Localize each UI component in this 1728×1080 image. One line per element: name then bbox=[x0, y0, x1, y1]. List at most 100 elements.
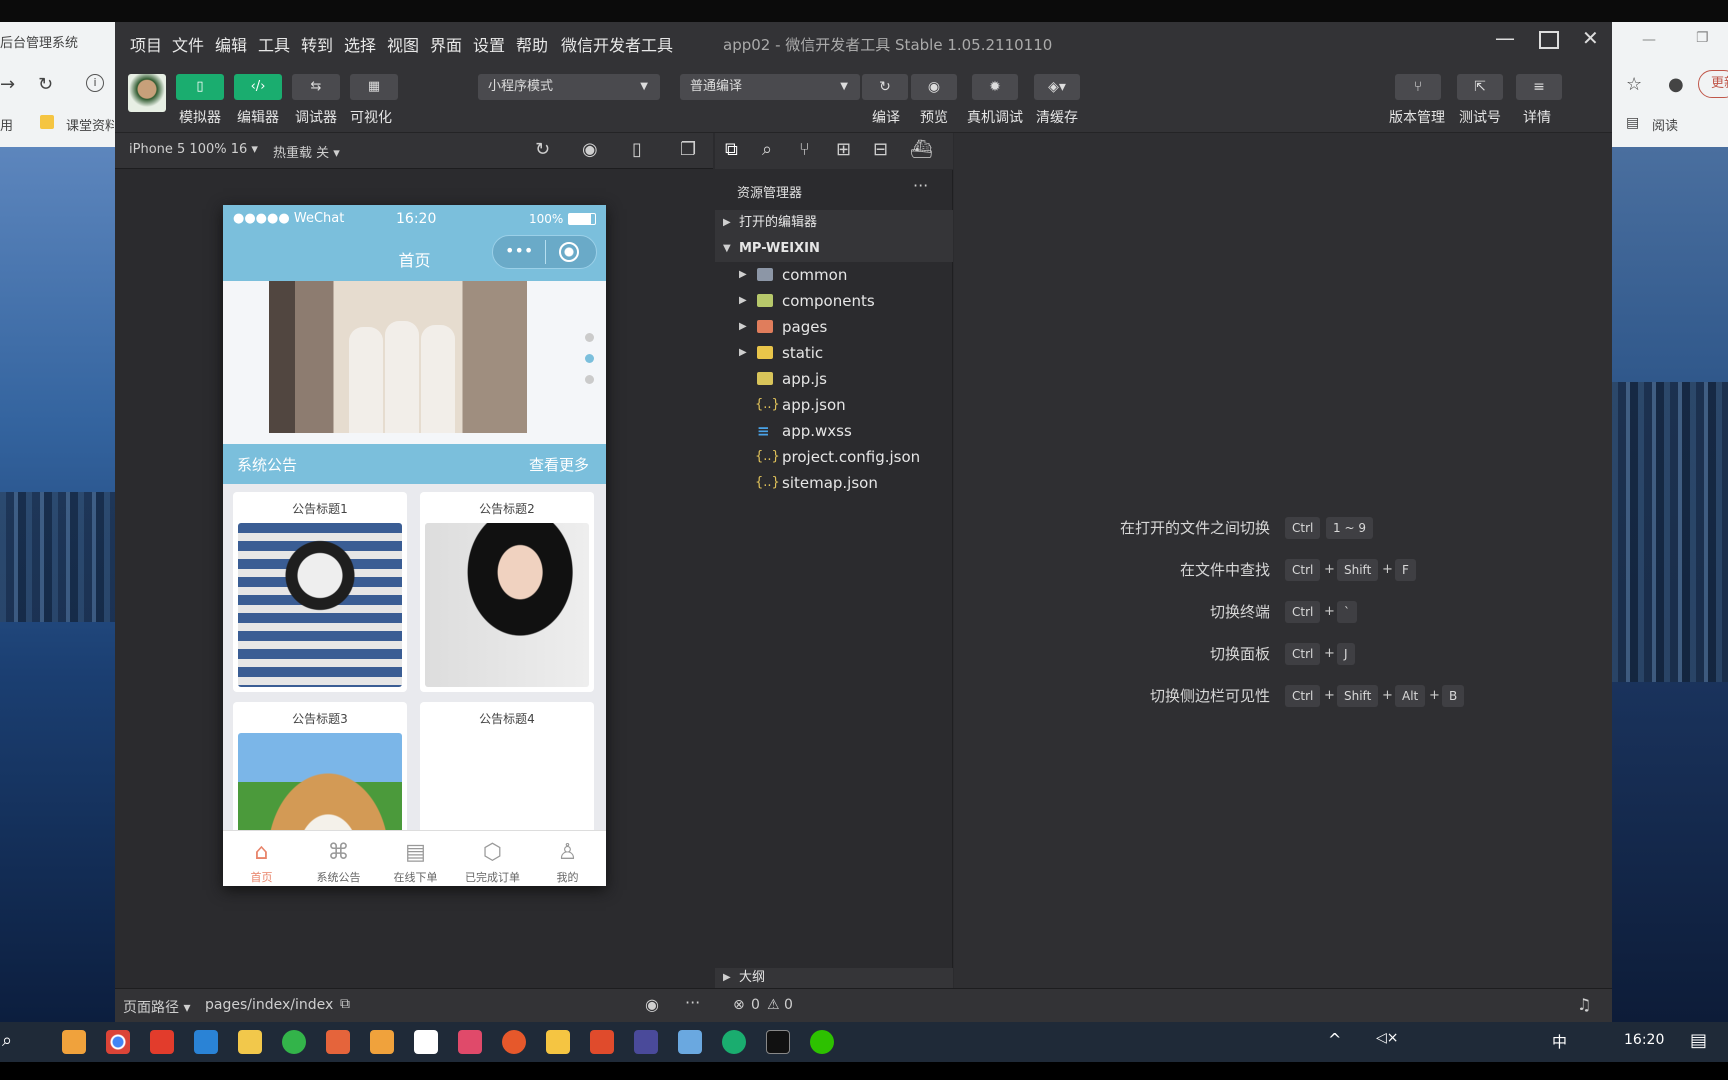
warning-icon[interactable]: ⚠ bbox=[767, 997, 780, 1013]
notice-more-link[interactable]: 查看更多 bbox=[529, 454, 589, 475]
menu-item[interactable]: 帮助 bbox=[516, 32, 548, 56]
open-editors-section[interactable]: ▶ 打开的编辑器 bbox=[715, 210, 953, 236]
simulator-toggle-label[interactable]: 模拟器 bbox=[179, 107, 221, 127]
layers-icon[interactable]: ◈▾ bbox=[1034, 74, 1080, 100]
refresh-icon[interactable]: ↻ bbox=[862, 74, 908, 100]
tree-file[interactable]: {..} sitemap.json bbox=[715, 470, 953, 496]
clear-cache-label[interactable]: 清缓存 bbox=[1036, 107, 1078, 127]
detach-icon[interactable]: ❐ bbox=[680, 139, 696, 160]
copy-icon[interactable]: ⧉ bbox=[340, 996, 350, 1012]
app-icon[interactable] bbox=[678, 1030, 702, 1054]
menu-item[interactable]: 转到 bbox=[301, 32, 333, 56]
folder-icon[interactable] bbox=[546, 1030, 570, 1054]
maximize-icon[interactable] bbox=[1539, 31, 1559, 49]
version-control-label[interactable]: 版本管理 bbox=[1389, 107, 1445, 127]
close-mini-program-icon[interactable] bbox=[559, 242, 579, 262]
profile-icon[interactable]: ● bbox=[1668, 74, 1684, 95]
speaker-icon[interactable]: ◁× bbox=[1376, 1030, 1399, 1046]
maximize-icon[interactable]: ❐ bbox=[1696, 30, 1709, 46]
tab-notices[interactable]: ⌘ 系统公告 bbox=[300, 831, 377, 886]
code-icon[interactable]: ‹/› bbox=[234, 74, 282, 100]
app-icon[interactable] bbox=[502, 1030, 526, 1054]
editor-toggle-label[interactable]: 编辑器 bbox=[237, 107, 279, 127]
browser-tab-title[interactable]: 后台管理系统 bbox=[0, 32, 78, 51]
notice-card[interactable]: 公告标题3 bbox=[233, 702, 407, 842]
clock[interactable]: 16:20 bbox=[1624, 1032, 1664, 1048]
reload-icon[interactable]: ↻ bbox=[38, 74, 53, 95]
minimize-icon[interactable]: — bbox=[1642, 32, 1656, 48]
menu-item[interactable]: 界面 bbox=[430, 32, 462, 56]
menu-item[interactable]: 微信开发者工具 bbox=[561, 32, 673, 56]
menu-item[interactable]: 项目 bbox=[130, 32, 162, 56]
app-icon[interactable] bbox=[590, 1030, 614, 1054]
extensions-icon[interactable]: ⊞ bbox=[836, 139, 851, 160]
app-icon[interactable] bbox=[414, 1030, 438, 1054]
tree-file[interactable]: app.js bbox=[715, 366, 953, 392]
bookmark-item[interactable]: 用 bbox=[0, 115, 13, 134]
layout-icon[interactable]: ▦ bbox=[350, 74, 398, 100]
device-select[interactable]: iPhone 5 100% 16 ▾ bbox=[129, 142, 258, 157]
phone-icon[interactable]: ▯ bbox=[176, 74, 224, 100]
avatar[interactable] bbox=[128, 74, 166, 112]
visual-toggle-label[interactable]: 可视化 bbox=[350, 107, 392, 127]
tree-folder[interactable]: ▶ common bbox=[715, 262, 953, 288]
info-icon[interactable]: i bbox=[86, 74, 104, 92]
tab-completed[interactable]: ⬡ 已完成订单 bbox=[454, 831, 531, 886]
close-icon[interactable]: ✕ bbox=[1582, 26, 1599, 50]
app-icon[interactable] bbox=[194, 1030, 218, 1054]
forward-icon[interactable]: → bbox=[0, 74, 15, 95]
more-icon[interactable]: ··· bbox=[685, 993, 700, 1012]
tree-file[interactable]: {..} app.json bbox=[715, 392, 953, 418]
app-icon[interactable] bbox=[634, 1030, 658, 1054]
hot-reload-toggle[interactable]: 热重载 关 ▾ bbox=[273, 142, 340, 161]
swiper-dot[interactable] bbox=[585, 333, 594, 342]
outline-section[interactable]: ▶ 大纲 bbox=[715, 968, 953, 988]
search-icon[interactable]: ⌕ bbox=[2, 1030, 12, 1051]
app-icon[interactable] bbox=[326, 1030, 350, 1054]
project-section[interactable]: ▼ MP-WEIXIN bbox=[715, 236, 953, 262]
swiper-dot-active[interactable] bbox=[585, 354, 594, 363]
bookmark-folder[interactable]: 课堂资料 bbox=[66, 115, 114, 134]
app-icon[interactable] bbox=[238, 1030, 262, 1054]
ime-indicator[interactable]: 中 bbox=[1552, 1031, 1567, 1052]
tree-file[interactable]: {..} project.config.json bbox=[715, 444, 953, 470]
files-icon[interactable]: ⧉ bbox=[725, 139, 738, 160]
update-button[interactable]: 更新 bbox=[1698, 70, 1728, 98]
path-select[interactable]: 页面路径 ▾ bbox=[123, 997, 190, 1017]
bell-icon[interactable]: ♫ bbox=[1577, 995, 1591, 1014]
details-label[interactable]: 详情 bbox=[1523, 107, 1551, 127]
app-icon[interactable] bbox=[62, 1030, 86, 1054]
app-icon[interactable] bbox=[282, 1030, 306, 1054]
tab-order[interactable]: ▤ 在线下单 bbox=[377, 831, 454, 886]
terminal-icon[interactable] bbox=[766, 1030, 790, 1054]
share-icon[interactable]: ⇱ bbox=[1457, 74, 1503, 100]
stop-icon[interactable]: ◉ bbox=[582, 139, 598, 160]
tray-chevron-icon[interactable]: ^ bbox=[1328, 1030, 1341, 1049]
notification-icon[interactable]: ▤ bbox=[1690, 1030, 1707, 1051]
compile-label[interactable]: 编译 bbox=[872, 107, 900, 127]
rotate-icon[interactable]: ↻ bbox=[535, 139, 550, 160]
notice-card[interactable]: 公告标题2 bbox=[420, 492, 594, 692]
git-icon[interactable]: ⑂ bbox=[799, 139, 810, 160]
tree-folder[interactable]: ▶ static bbox=[715, 340, 953, 366]
menu-item[interactable]: 视图 bbox=[387, 32, 419, 56]
menu-item[interactable]: 设置 bbox=[473, 32, 505, 56]
eye-icon[interactable]: ◉ bbox=[645, 995, 659, 1014]
tab-mine[interactable]: ♙ 我的 bbox=[529, 831, 606, 886]
phone-icon[interactable]: ▯ bbox=[632, 139, 642, 160]
tree-folder[interactable]: ▶ pages bbox=[715, 314, 953, 340]
preview-label[interactable]: 预览 bbox=[920, 107, 948, 127]
swiper-dot[interactable] bbox=[585, 375, 594, 384]
app-icon[interactable] bbox=[150, 1030, 174, 1054]
test-account-label[interactable]: 测试号 bbox=[1459, 107, 1501, 127]
docker-icon[interactable]: ⛴ bbox=[910, 139, 933, 160]
more-icon[interactable]: ••• bbox=[505, 241, 533, 260]
tab-home[interactable]: ⌂ 首页 bbox=[223, 831, 300, 886]
capsule-menu[interactable]: ••• bbox=[492, 235, 597, 269]
app-icon[interactable] bbox=[458, 1030, 482, 1054]
notice-card[interactable]: 公告标题1 bbox=[233, 492, 407, 692]
notice-card[interactable]: 公告标题4 bbox=[420, 702, 594, 842]
menu-item[interactable]: 选择 bbox=[344, 32, 376, 56]
bug-icon[interactable]: ✹ bbox=[972, 74, 1018, 100]
tree-file[interactable]: ≡ app.wxss bbox=[715, 418, 953, 444]
